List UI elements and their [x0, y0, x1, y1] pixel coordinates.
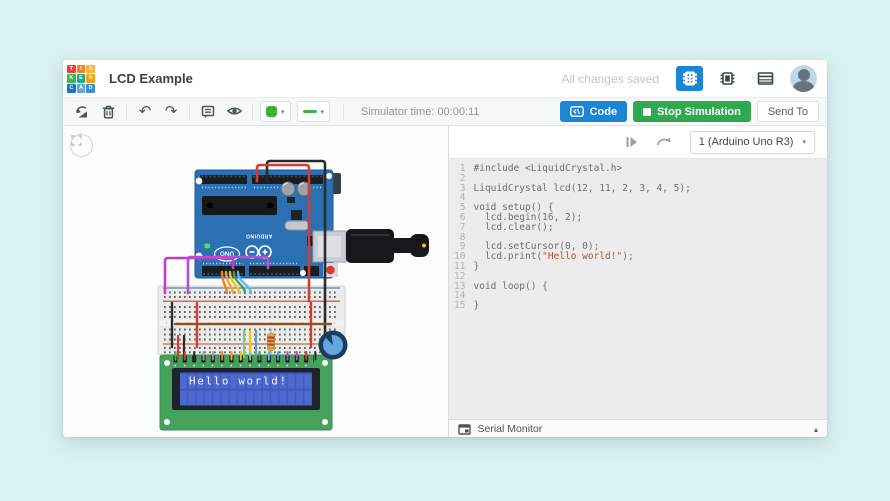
stop-button-label: Stop Simulation — [657, 106, 741, 118]
rotate-button[interactable] — [71, 101, 93, 123]
redo-icon: ↷ — [165, 104, 178, 119]
code-line[interactable]: 14 — [449, 291, 828, 301]
redo-button[interactable]: ↷ — [160, 101, 182, 123]
eye-icon — [226, 104, 243, 119]
header-right: All changes saved — [562, 65, 817, 92]
code-button-label: Code — [590, 106, 618, 118]
code-editor[interactable]: 1#include <LiquidCrystal.h>2 3LiquidCrys… — [449, 159, 828, 420]
delete-button[interactable] — [97, 101, 119, 123]
serial-monitor-bar[interactable]: Serial Monitor ▴ — [449, 419, 828, 437]
logo-tile: I — [77, 65, 86, 74]
trash-icon — [101, 104, 116, 120]
logo-tile: D — [86, 84, 95, 93]
component-list-icon — [757, 71, 774, 86]
code-icon — [570, 106, 584, 117]
uno-silkscreen-text: UNO — [220, 250, 234, 257]
send-to-button[interactable]: Send To — [757, 101, 819, 122]
code-line[interactable]: 1#include <LiquidCrystal.h> — [449, 164, 828, 174]
chevron-down-icon: ▾ — [321, 108, 325, 116]
component-color-swatch — [266, 106, 277, 117]
code-line[interactable]: 10 lcd.print("Hello world!"); — [449, 252, 828, 262]
undo-button[interactable]: ↶ — [134, 101, 156, 123]
circuit-drawing: ARDUINO UNO — [63, 126, 448, 437]
schematic-view-icon — [719, 70, 736, 87]
code-line[interactable]: 7 lcd.clear(); — [449, 223, 828, 233]
breadboard-view-button[interactable] — [676, 66, 703, 91]
toolbar-separator — [126, 104, 127, 120]
chevron-down-icon: ▾ — [281, 108, 285, 116]
code-button[interactable]: Code — [560, 101, 628, 122]
flip-icon — [656, 136, 672, 148]
toolbar-separator — [189, 104, 190, 120]
board-selector-dropdown[interactable]: 1 (Arduino Uno R3) ▾ — [690, 131, 815, 154]
logo-tile: T — [67, 65, 76, 74]
component-list-view-button[interactable] — [752, 66, 779, 91]
logo-tile: N — [86, 65, 95, 74]
arduino-silkscreen-text: ARDUINO — [246, 233, 273, 239]
lcd-display-module[interactable]: Hello world! — [160, 355, 332, 430]
code-line[interactable]: 13void loop() { — [449, 282, 828, 292]
avatar-head — [798, 69, 810, 81]
avatar-shoulders — [793, 81, 814, 92]
app-window: TIN KER CAD LCD Example All changes saved — [63, 60, 827, 437]
code-toolbar: 1 (Arduino Uno R3) ▾ — [449, 126, 828, 159]
serial-monitor-label: Serial Monitor — [478, 423, 543, 435]
wire-color-dropdown[interactable]: ▾ — [297, 101, 331, 122]
debug-step-icon — [625, 136, 638, 148]
toolbar-separator — [252, 104, 253, 120]
serial-monitor-icon — [458, 424, 471, 435]
zoom-to-fit-icon — [71, 135, 82, 146]
logo-tile: A — [77, 84, 86, 93]
flip-board-button[interactable] — [656, 136, 672, 148]
code-panel: 1 (Arduino Uno R3) ▾ 1#include <LiquidCr… — [448, 126, 828, 437]
stop-simulation-button[interactable]: Stop Simulation — [633, 101, 751, 122]
app-header: TIN KER CAD LCD Example All changes saved — [63, 60, 827, 98]
chevron-down-icon: ▾ — [802, 138, 806, 146]
usb-cable[interactable] — [313, 229, 429, 263]
notes-icon — [200, 104, 216, 119]
tinkercad-logo[interactable]: TIN KER CAD — [67, 65, 95, 93]
zoom-to-fit-button[interactable] — [70, 134, 93, 157]
breadboard-view-icon — [682, 70, 698, 87]
potentiometer[interactable] — [319, 331, 348, 360]
design-title[interactable]: LCD Example — [109, 71, 193, 86]
code-line[interactable]: 3LiquidCrystal lcd(12, 11, 2, 3, 4, 5); — [449, 184, 828, 194]
edit-toolbar: ↶ ↷ ▾ ▾ Simul — [63, 98, 827, 126]
toolbar-separator — [343, 104, 344, 120]
notes-button[interactable] — [197, 101, 219, 123]
send-to-label: Send To — [768, 106, 808, 118]
wire-color-swatch — [303, 110, 317, 113]
logo-tile: E — [77, 74, 86, 83]
breadboard[interactable] — [158, 286, 345, 355]
expand-serial-monitor-icon[interactable]: ▴ — [814, 425, 818, 434]
lcd-screen-text: Hello world! — [189, 375, 288, 388]
save-status: All changes saved — [562, 72, 659, 86]
toolbar-right: Code Stop Simulation Send To — [560, 101, 819, 122]
board-selector-value: 1 (Arduino Uno R3) — [699, 136, 794, 148]
debug-step-button[interactable] — [625, 136, 638, 148]
tinkercad-page: { "window": { "title": "LCD Example", "s… — [0, 0, 890, 501]
code-line[interactable]: 15} — [449, 301, 828, 311]
user-avatar[interactable] — [790, 65, 817, 92]
code-line[interactable]: 11} — [449, 262, 828, 272]
rotate-icon — [74, 104, 91, 120]
simulator-time: Simulator time: 00:00:11 — [361, 106, 479, 118]
main-area: ARDUINO UNO — [63, 126, 827, 437]
schematic-view-button[interactable] — [714, 66, 741, 91]
logo-tile: R — [86, 74, 95, 83]
stop-icon — [643, 108, 651, 116]
logo-tile: C — [67, 84, 76, 93]
undo-icon: ↶ — [139, 104, 152, 119]
circuit-canvas[interactable]: ARDUINO UNO — [63, 126, 448, 437]
logo-tile: K — [67, 74, 76, 83]
component-color-dropdown[interactable]: ▾ — [260, 101, 291, 122]
toggle-visibility-button[interactable] — [223, 101, 245, 123]
